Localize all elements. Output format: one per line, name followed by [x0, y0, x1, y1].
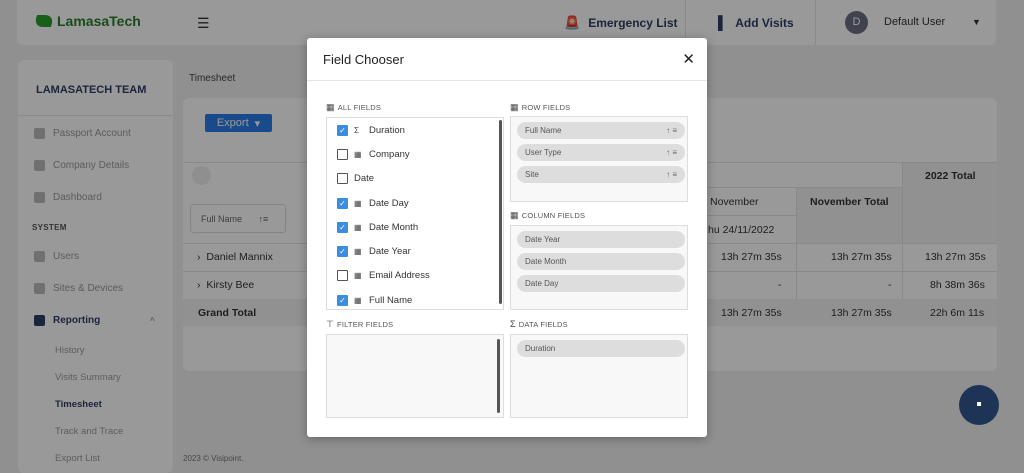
filter-fields-header: ⊤ FILTER FIELDS [326, 319, 393, 330]
grid-icon: ▦ [354, 150, 362, 159]
field-label: Date Month [369, 222, 419, 233]
checkbox[interactable]: ✓ [337, 222, 348, 233]
checkbox[interactable] [337, 173, 348, 184]
close-icon[interactable]: ✕ [682, 50, 695, 68]
column-field-chip[interactable]: Date Month [517, 253, 685, 270]
chip-label: Date Month [525, 257, 567, 266]
field-company[interactable]: ▦ Company [337, 149, 410, 160]
data-field-chip[interactable]: Duration [517, 340, 685, 357]
section-label: ROW FIELDS [521, 103, 571, 112]
column-fields-area[interactable]: Date Year Date Month Date Day [510, 225, 688, 310]
all-fields-list[interactable]: ✓ Σ Duration ▦ Company Date ✓ ▦ Date Day ✓ ▦ Da… [326, 117, 504, 310]
field-label: Duration [369, 125, 405, 136]
checkbox[interactable]: ✓ [337, 246, 348, 257]
data-fields-header: Σ DATA FIELDS [510, 319, 568, 329]
field-chooser-dialog: Field Chooser ✕ ▦ ALL FIELDS ✓ Σ Duration ▦… [307, 38, 707, 437]
data-fields-area[interactable]: Duration [510, 334, 688, 418]
dialog-title: Field Chooser [323, 52, 404, 67]
divider [307, 80, 707, 81]
section-label: FILTER FIELDS [337, 320, 394, 329]
checkbox[interactable]: ✓ [337, 125, 348, 136]
section-label: DATA FIELDS [518, 319, 568, 329]
checkbox[interactable] [337, 149, 348, 160]
grid-icon: ▦ [354, 223, 362, 232]
row-field-chip[interactable]: Site ↑ ≡ [517, 166, 685, 183]
grid-icon: ▦ [354, 247, 362, 256]
row-fields-header: ▦ ROW FIELDS [510, 102, 570, 113]
section-label: ALL FIELDS [337, 103, 382, 112]
grid-icon: ▦ [326, 102, 335, 112]
row-fields-area[interactable]: Full Name ↑ ≡ User Type ↑ ≡ Site ↑ ≡ [510, 116, 688, 202]
section-label: COLUMN FIELDS [521, 211, 586, 220]
column-field-chip[interactable]: Date Day [517, 275, 685, 292]
field-label: Date [354, 173, 375, 184]
filter-icon: ⊤ [326, 319, 335, 329]
field-label: Date Day [369, 198, 409, 209]
field-label: Date Year [369, 246, 411, 257]
sigma-icon: Σ [354, 126, 359, 135]
column-field-chip[interactable]: Date Year [517, 231, 685, 248]
grid-icon: ▦ [510, 210, 519, 220]
chip-label: Date Year [525, 235, 561, 244]
field-email-address[interactable]: ▦ Email Address [337, 270, 430, 281]
all-fields-header: ▦ ALL FIELDS [326, 102, 381, 113]
row-field-chip[interactable]: Full Name ↑ ≡ [517, 122, 685, 139]
sigma-icon: Σ [510, 319, 516, 329]
field-label: Email Address [369, 270, 430, 281]
checkbox[interactable]: ✓ [337, 198, 348, 209]
row-field-chip[interactable]: User Type ↑ ≡ [517, 144, 685, 161]
chip-label: Duration [525, 344, 556, 353]
field-label: Full Name [369, 295, 413, 306]
chip-label: Full Name [525, 126, 562, 135]
field-date-day[interactable]: ✓ ▦ Date Day [337, 198, 409, 209]
grid-icon: ▦ [354, 271, 362, 280]
sort-icon[interactable]: ↑ ≡ [666, 148, 677, 157]
chat-icon[interactable]: ▪ [959, 385, 999, 425]
chip-label: Date Day [525, 279, 559, 288]
grid-icon: ▦ [354, 199, 362, 208]
sort-icon[interactable]: ↑ ≡ [666, 170, 677, 179]
field-label: Company [369, 149, 410, 160]
checkbox[interactable] [337, 270, 348, 281]
filter-fields-area[interactable] [326, 334, 504, 418]
chip-label: Site [525, 170, 539, 179]
grid-icon: ▦ [510, 102, 519, 112]
field-date[interactable]: Date [337, 173, 374, 184]
scrollbar[interactable] [499, 120, 502, 304]
chip-label: User Type [525, 148, 562, 157]
field-full-name[interactable]: ✓ ▦ Full Name [337, 295, 412, 306]
grid-icon: ▦ [354, 296, 362, 305]
scrollbar[interactable] [497, 339, 500, 413]
field-date-month[interactable]: ✓ ▦ Date Month [337, 222, 418, 233]
field-duration[interactable]: ✓ Σ Duration [337, 125, 405, 136]
sort-icon[interactable]: ↑ ≡ [666, 126, 677, 135]
field-date-year[interactable]: ✓ ▦ Date Year [337, 246, 411, 257]
column-fields-header: ▦ COLUMN FIELDS [510, 210, 585, 221]
checkbox[interactable]: ✓ [337, 295, 348, 306]
